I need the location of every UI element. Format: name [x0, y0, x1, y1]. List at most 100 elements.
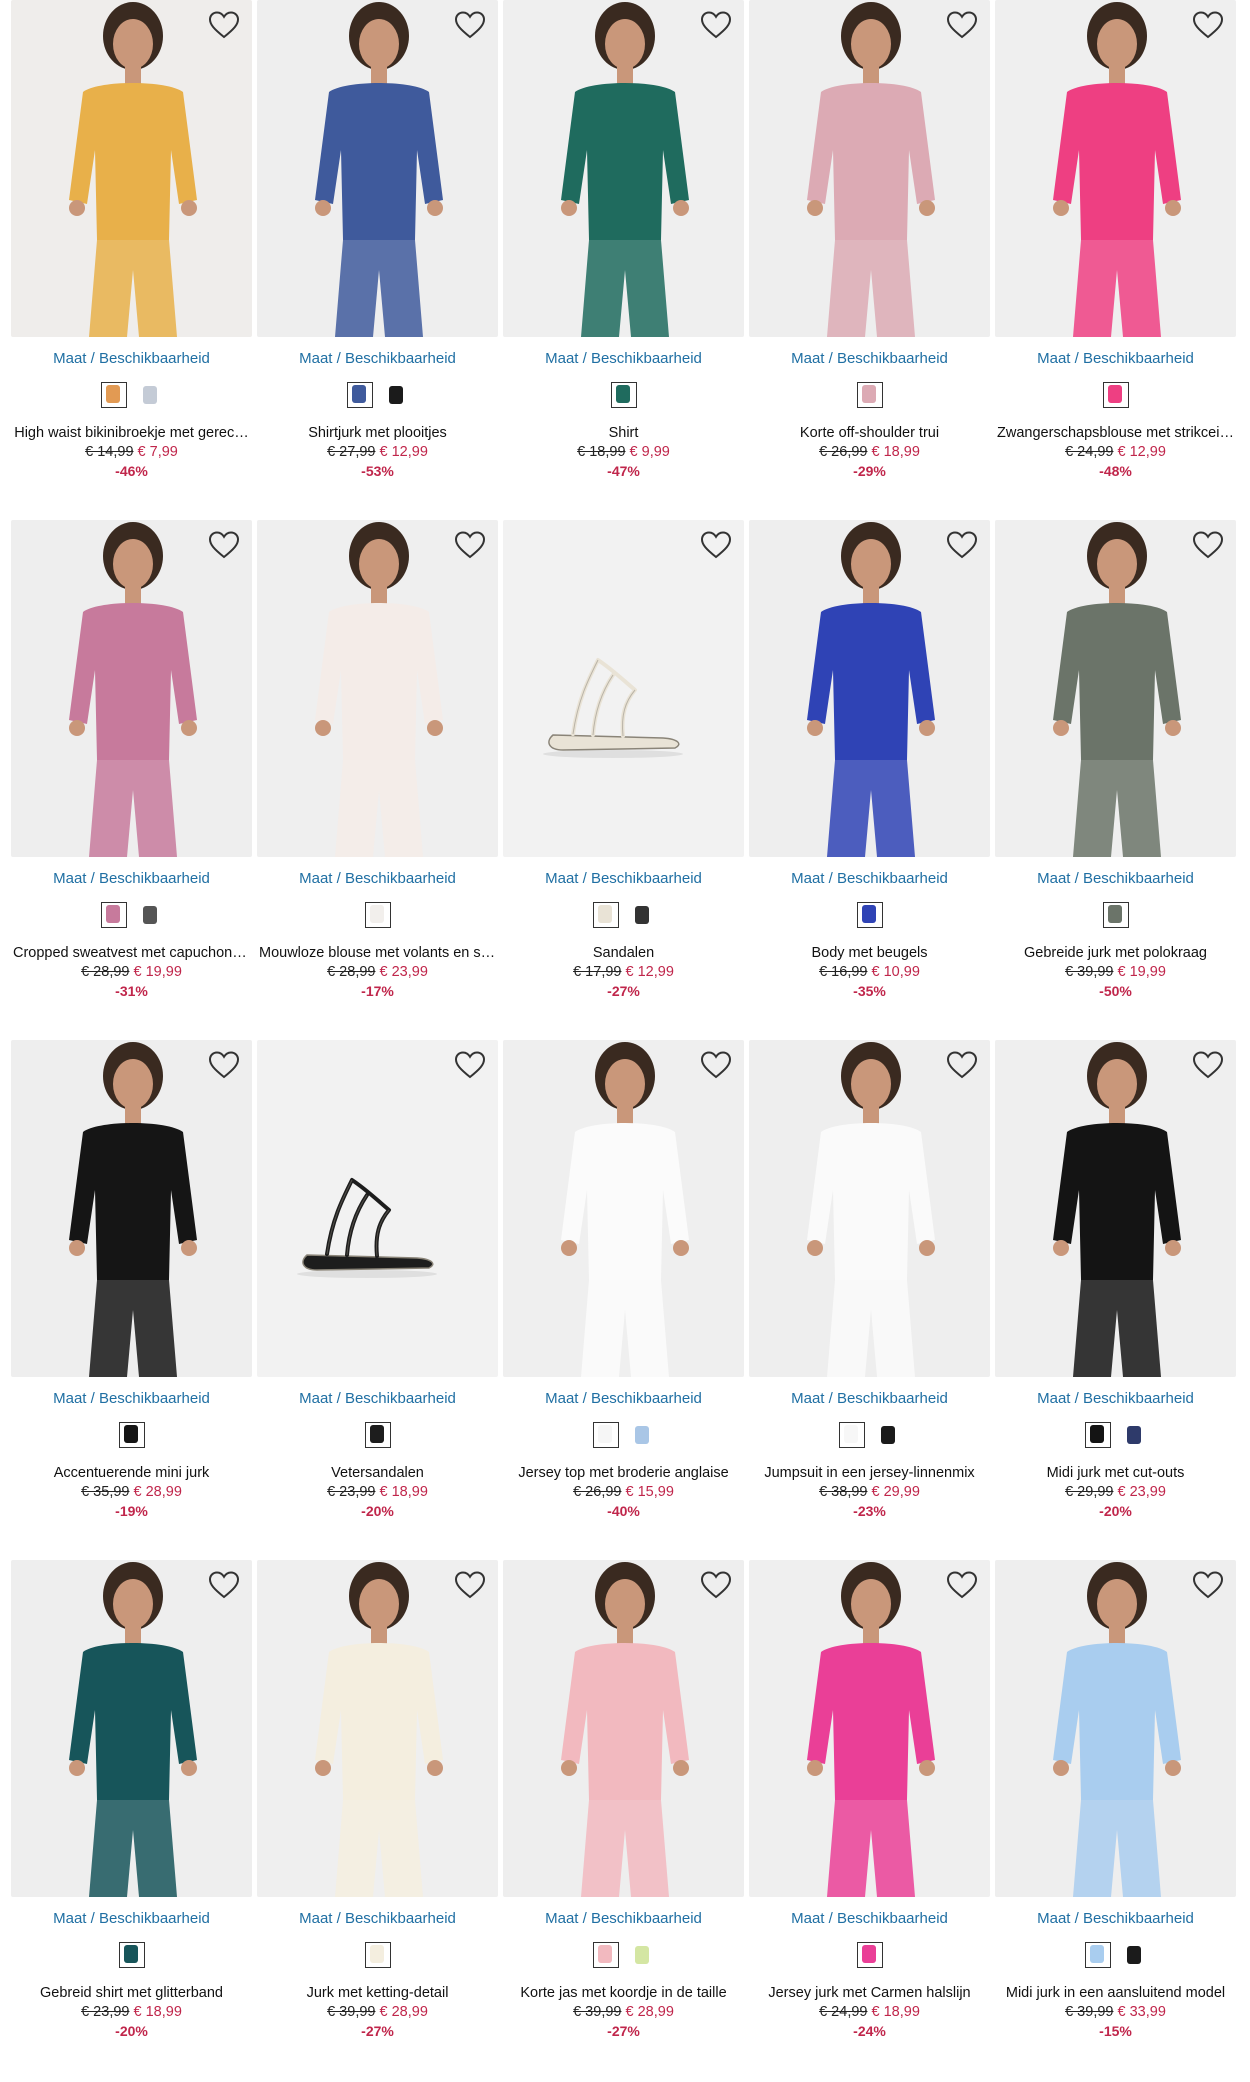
color-swatch[interactable] — [137, 902, 163, 928]
product-card[interactable]: Maat / Beschikbaarheid High waist bikinib… — [11, 0, 252, 520]
product-image[interactable] — [749, 520, 990, 857]
heart-icon[interactable] — [1192, 530, 1224, 560]
heart-icon[interactable] — [208, 1570, 240, 1600]
heart-icon[interactable] — [208, 530, 240, 560]
product-card[interactable]: Maat / Beschikbaarheid Jurk met ketting-d… — [257, 1560, 498, 2080]
product-image[interactable] — [11, 1040, 252, 1377]
product-name[interactable]: Mouwloze blouse met volants en st… — [257, 945, 498, 961]
product-name[interactable]: Body met beugels — [749, 945, 990, 961]
product-card[interactable]: Maat / Beschikbaarheid Gebreide jurk met … — [995, 520, 1236, 1040]
product-name[interactable]: Korte off-shoulder trui — [749, 425, 990, 441]
product-image[interactable] — [11, 1560, 252, 1897]
product-name[interactable]: Gebreid shirt met glitterband — [11, 1985, 252, 2001]
product-name[interactable]: Shirtjurk met plooitjes — [257, 425, 498, 441]
heart-icon[interactable] — [454, 1570, 486, 1600]
color-swatch[interactable] — [592, 1422, 619, 1448]
product-image[interactable] — [995, 520, 1236, 857]
heart-icon[interactable] — [454, 1050, 486, 1080]
color-swatch[interactable] — [1121, 1942, 1147, 1968]
product-card[interactable]: Maat / Beschikbaarheid Cropped sweatvest … — [11, 520, 252, 1040]
heart-icon[interactable] — [946, 10, 978, 40]
product-card[interactable]: Maat / Beschikbaarheid Midi jurk in een a… — [995, 1560, 1236, 2080]
color-swatch[interactable] — [100, 382, 127, 408]
product-name[interactable]: Zwangerschapsblouse met strikcei… — [995, 425, 1236, 441]
product-card[interactable]: Maat / Beschikbaarheid Jersey jurk met Ca… — [749, 1560, 990, 2080]
heart-icon[interactable] — [946, 1050, 978, 1080]
color-swatch[interactable] — [137, 382, 163, 408]
product-card[interactable]: Maat / Beschikbaarheid Sandalen € 17,99 € … — [503, 520, 744, 1040]
heart-icon[interactable] — [454, 10, 486, 40]
size-availability-link[interactable]: Maat / Beschikbaarheid — [11, 870, 252, 887]
product-name[interactable]: Jurk met ketting-detail — [257, 1985, 498, 2001]
product-card[interactable]: Maat / Beschikbaarheid Korte off-shoulder… — [749, 0, 990, 520]
color-swatch[interactable] — [838, 1422, 865, 1448]
heart-icon[interactable] — [700, 530, 732, 560]
product-image[interactable] — [503, 520, 744, 857]
color-swatch[interactable] — [346, 382, 373, 408]
color-swatch[interactable] — [364, 902, 391, 928]
size-availability-link[interactable]: Maat / Beschikbaarheid — [503, 1910, 744, 1927]
color-swatch[interactable] — [364, 1422, 391, 1448]
product-image[interactable] — [11, 520, 252, 857]
size-availability-link[interactable]: Maat / Beschikbaarheid — [257, 350, 498, 367]
color-swatch[interactable] — [383, 382, 409, 408]
product-image[interactable] — [257, 0, 498, 337]
product-card[interactable]: Maat / Beschikbaarheid Accentuerende mini… — [11, 1040, 252, 1560]
product-image[interactable] — [257, 1040, 498, 1377]
color-swatch[interactable] — [592, 1942, 619, 1968]
product-name[interactable]: High waist bikinibroekje met gerec… — [11, 425, 252, 441]
size-availability-link[interactable]: Maat / Beschikbaarheid — [749, 870, 990, 887]
heart-icon[interactable] — [946, 1570, 978, 1600]
heart-icon[interactable] — [454, 530, 486, 560]
color-swatch[interactable] — [856, 382, 883, 408]
heart-icon[interactable] — [208, 1050, 240, 1080]
heart-icon[interactable] — [1192, 1050, 1224, 1080]
color-swatch[interactable] — [1102, 902, 1129, 928]
product-card[interactable]: Maat / Beschikbaarheid Jersey top met bro… — [503, 1040, 744, 1560]
product-image[interactable] — [749, 0, 990, 337]
size-availability-link[interactable]: Maat / Beschikbaarheid — [995, 870, 1236, 887]
size-availability-link[interactable]: Maat / Beschikbaarheid — [749, 1390, 990, 1407]
product-name[interactable]: Jersey top met broderie anglaise — [503, 1465, 744, 1481]
product-card[interactable]: Maat / Beschikbaarheid Midi jurk met cut-… — [995, 1040, 1236, 1560]
heart-icon[interactable] — [1192, 1570, 1224, 1600]
size-availability-link[interactable]: Maat / Beschikbaarheid — [11, 350, 252, 367]
size-availability-link[interactable]: Maat / Beschikbaarheid — [749, 1910, 990, 1927]
product-image[interactable] — [995, 1560, 1236, 1897]
color-swatch[interactable] — [875, 1422, 901, 1448]
product-name[interactable]: Accentuerende mini jurk — [11, 1465, 252, 1481]
product-name[interactable]: Vetersandalen — [257, 1465, 498, 1481]
color-swatch[interactable] — [856, 1942, 883, 1968]
color-swatch[interactable] — [118, 1422, 145, 1448]
size-availability-link[interactable]: Maat / Beschikbaarheid — [11, 1910, 252, 1927]
product-card[interactable]: Maat / Beschikbaarheid Body met beugels € … — [749, 520, 990, 1040]
color-swatch[interactable] — [1102, 382, 1129, 408]
product-card[interactable]: Maat / Beschikbaarheid Jumpsuit in een je… — [749, 1040, 990, 1560]
product-image[interactable] — [995, 0, 1236, 337]
product-card[interactable]: Maat / Beschikbaarheid Gebreid shirt met … — [11, 1560, 252, 2080]
product-name[interactable]: Midi jurk met cut-outs — [995, 1465, 1236, 1481]
product-name[interactable]: Shirt — [503, 425, 744, 441]
product-image[interactable] — [11, 0, 252, 337]
product-card[interactable]: Maat / Beschikbaarheid Shirt € 18,99 € 9,9… — [503, 0, 744, 520]
product-card[interactable]: Maat / Beschikbaarheid Korte jas met koor… — [503, 1560, 744, 2080]
size-availability-link[interactable]: Maat / Beschikbaarheid — [995, 1390, 1236, 1407]
heart-icon[interactable] — [700, 1570, 732, 1600]
heart-icon[interactable] — [700, 10, 732, 40]
product-image[interactable] — [257, 1560, 498, 1897]
heart-icon[interactable] — [208, 10, 240, 40]
product-card[interactable]: Maat / Beschikbaarheid Vetersandalen € 23,… — [257, 1040, 498, 1560]
color-swatch[interactable] — [592, 902, 619, 928]
product-name[interactable]: Sandalen — [503, 945, 744, 961]
color-swatch[interactable] — [856, 902, 883, 928]
product-image[interactable] — [749, 1560, 990, 1897]
size-availability-link[interactable]: Maat / Beschikbaarheid — [503, 1390, 744, 1407]
product-name[interactable]: Gebreide jurk met polokraag — [995, 945, 1236, 961]
color-swatch[interactable] — [610, 382, 637, 408]
size-availability-link[interactable]: Maat / Beschikbaarheid — [257, 870, 498, 887]
color-swatch[interactable] — [629, 1942, 655, 1968]
product-name[interactable]: Korte jas met koordje in de taille — [503, 1985, 744, 2001]
product-name[interactable]: Midi jurk in een aansluitend model — [995, 1985, 1236, 2001]
size-availability-link[interactable]: Maat / Beschikbaarheid — [257, 1390, 498, 1407]
heart-icon[interactable] — [1192, 10, 1224, 40]
